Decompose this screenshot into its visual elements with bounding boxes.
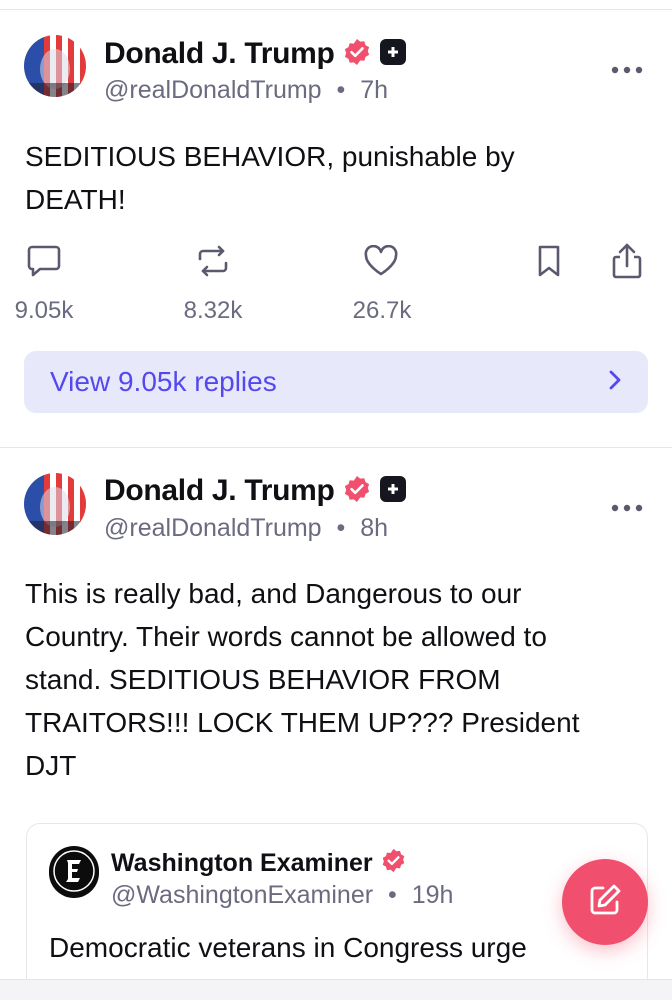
more-options-button[interactable]: [609, 498, 645, 518]
view-replies-label: View 9.05k replies: [50, 366, 277, 397]
post-time: 7h: [360, 76, 389, 104]
author-name[interactable]: Donald J. Trump: [104, 37, 335, 71]
author-handle[interactable]: @realDonaldTrump: [104, 76, 322, 104]
meta-separator: •: [336, 514, 346, 542]
post-text-line: TRAITORS!!! LOCK THEM UP??? President: [25, 707, 580, 738]
quote-author-name[interactable]: Washington Examiner: [111, 849, 373, 878]
repost-button[interactable]: [183, 243, 243, 283]
author-row: Donald J. Trump: [104, 474, 407, 508]
meta-separator: •: [388, 881, 397, 909]
washington-examiner-logo-icon: [49, 845, 99, 901]
like-button[interactable]: [351, 243, 411, 283]
author-row: Donald J. Trump: [104, 37, 407, 71]
post[interactable]: Donald J. Trump @realDonaldTrump • 7h SE…: [0, 10, 672, 448]
quote-author-meta: @WashingtonExaminer • 19h: [111, 881, 453, 910]
author-handle[interactable]: @realDonaldTrump: [104, 514, 322, 542]
post-text-line: DJT: [25, 750, 77, 781]
plus-badge-icon: [379, 38, 407, 71]
post-text: This is really bad, and Dangerous to our…: [25, 572, 647, 787]
compose-icon: [587, 882, 623, 923]
post-text-line: This is really bad, and Dangerous to our: [25, 578, 522, 609]
avatar[interactable]: [24, 35, 86, 97]
share-icon: [611, 242, 643, 285]
reply-count: 9.05k: [14, 297, 74, 324]
compose-button[interactable]: [562, 859, 648, 945]
more-dots-icon: [611, 499, 643, 517]
quote-author-row: Washington Examiner: [111, 848, 406, 878]
quote-avatar[interactable]: [49, 845, 99, 901]
repost-icon: [194, 245, 232, 282]
post-time: 8h: [360, 514, 389, 542]
verified-badge-icon: [381, 848, 406, 878]
verified-badge-icon: [343, 475, 371, 508]
repost-count: 8.32k: [183, 297, 243, 324]
bookmark-icon: [536, 244, 562, 283]
post-text-line: Country. Their words cannot be allowed t…: [25, 621, 547, 652]
author-name[interactable]: Donald J. Trump: [104, 474, 335, 508]
share-button[interactable]: [597, 243, 657, 283]
bookmark-button[interactable]: [519, 243, 579, 283]
like-count: 26.7k: [352, 297, 412, 324]
post-text-line: DEATH!: [25, 184, 126, 215]
plus-badge-icon: [379, 475, 407, 508]
quote-post-time: 19h: [411, 881, 454, 909]
quoted-post[interactable]: Washington Examiner @WashingtonExaminer …: [26, 823, 648, 1000]
more-options-button[interactable]: [609, 60, 645, 80]
post-text: SEDITIOUS BEHAVIOR, punishable by DEATH!: [25, 135, 647, 221]
post-text-line: stand. SEDITIOUS BEHAVIOR FROM: [25, 664, 501, 695]
verified-badge-icon: [343, 38, 371, 71]
author-meta: @realDonaldTrump • 8h: [104, 514, 388, 543]
quote-author-handle[interactable]: @WashingtonExaminer: [111, 881, 373, 909]
author-meta: @realDonaldTrump • 7h: [104, 76, 388, 105]
reply-bubble-icon: [26, 244, 62, 283]
reply-button[interactable]: [14, 243, 74, 283]
heart-icon: [363, 244, 399, 282]
avatar[interactable]: [24, 473, 86, 535]
more-dots-icon: [611, 61, 643, 79]
post-text-line: SEDITIOUS BEHAVIOR, punishable by: [25, 141, 515, 172]
view-replies-button[interactable]: View 9.05k replies: [24, 351, 648, 413]
post-actions: 9.05k 8.32k 26.7k: [0, 243, 672, 328]
bottom-bar: [0, 979, 672, 1000]
chevron-right-icon: [608, 369, 622, 396]
meta-separator: •: [336, 76, 346, 104]
quote-text: Democratic veterans in Congress urge: [49, 932, 527, 963]
